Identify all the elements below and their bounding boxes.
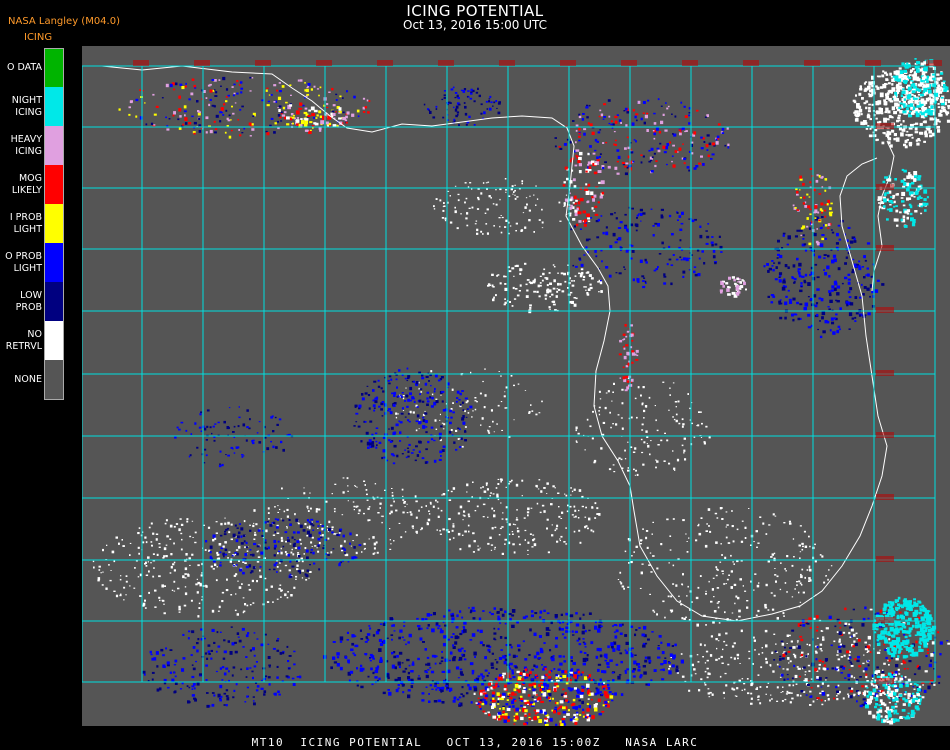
legend-item-hi-prob-light: I PROB LIGHT [0,204,66,243]
legend-label: NONE [14,374,42,385]
legend-item-low-prob: LOW PROB [0,282,66,321]
legend-label: LOW PROB [15,290,42,313]
legend-label: NIGHT ICING [11,95,42,118]
legend-swatch [45,87,64,126]
legend-swatch [45,165,64,204]
legend-item-heavy-icing: HEAVY ICING [0,126,66,165]
legend-swatch [45,204,64,243]
legend-item-none: NONE [0,360,66,399]
legend-label: NO RETRVL [5,329,42,352]
satellite-map [82,46,950,726]
legend-item-no-data: O DATA [0,48,66,87]
legend-label: I PROB LIGHT [9,212,42,235]
legend-item-no-retrieval: NO RETRVL [0,321,66,360]
legend-label: HEAVY ICING [10,134,42,157]
legend-item-night-icing: NIGHT ICING [0,87,66,126]
legend-label: O PROB LIGHT [5,251,42,274]
legend-label: MOG LIKELY [11,173,42,196]
legend-item-lo-prob-light: O PROB LIGHT [0,243,66,282]
legend-swatch [45,321,64,360]
legend-item-mog-likely: MOG LIKELY [0,165,66,204]
legend-swatch [45,360,64,399]
legend-swatch [45,243,64,282]
legend-swatch [45,126,64,165]
map-timestamp: Oct 13, 2016 15:00 UTC [403,18,547,32]
product-label: ICING [24,32,53,43]
legend-swatch [45,48,64,87]
color-legend: O DATA NIGHT ICING HEAVY ICING MOG LIKEL… [0,48,66,400]
header: ICING POTENTIAL Oct 13, 2016 15:00 UTC N… [0,0,950,44]
producer-label: NASA Langley (M04.0) [8,16,120,27]
legend-label: O DATA [7,62,42,73]
legend-swatch [45,282,64,321]
